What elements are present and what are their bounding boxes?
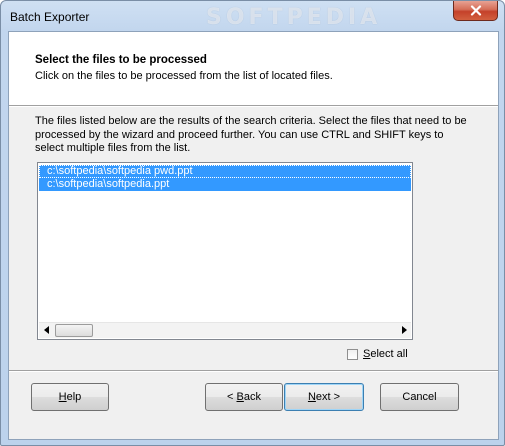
- close-button[interactable]: [453, 1, 498, 21]
- help-button[interactable]: Help: [31, 383, 109, 411]
- select-all-label: Select all: [363, 348, 408, 360]
- select-all-checkbox[interactable]: Select all: [347, 348, 408, 360]
- arrow-left-icon: [43, 325, 50, 337]
- wizard-page: Select the files to be processed Click o…: [8, 31, 499, 440]
- checkbox-box[interactable]: [347, 348, 358, 360]
- file-path: c:\softpedia\softpedia pwd.ppt: [47, 165, 193, 177]
- header-divider: [9, 105, 498, 107]
- arrow-right-icon: [401, 325, 407, 337]
- back-button[interactable]: < Back: [205, 383, 283, 411]
- scroll-thumb[interactable]: [55, 324, 93, 337]
- page-title: Select the files to be processed: [35, 54, 207, 66]
- file-path: c:\softpedia\softpedia.ppt: [47, 178, 170, 190]
- softpedia-watermark: SOFTPEDIA: [206, 5, 382, 30]
- scroll-left-button[interactable]: [39, 323, 54, 338]
- scroll-right-button[interactable]: [396, 323, 411, 338]
- window-title: Batch Exporter: [10, 10, 90, 24]
- description-text: The files listed below are the results o…: [35, 115, 467, 154]
- horizontal-scrollbar[interactable]: [39, 322, 411, 338]
- page-subtitle: Click on the files to be processed from …: [35, 70, 333, 82]
- title-bar[interactable]: Batch Exporter SOFTPEDIA: [1, 1, 504, 31]
- batch-exporter-window: Batch Exporter SOFTPEDIA Select the file…: [0, 0, 505, 446]
- cancel-button[interactable]: Cancel: [380, 383, 459, 411]
- list-item[interactable]: c:\softpedia\softpedia.ppt: [39, 178, 411, 191]
- footer-divider: [9, 370, 498, 372]
- next-button[interactable]: Next >: [284, 383, 364, 411]
- wizard-header: Select the files to be processed Click o…: [9, 32, 498, 105]
- list-item[interactable]: c:\softpedia\softpedia pwd.ppt: [39, 165, 411, 178]
- file-list[interactable]: c:\softpedia\softpedia pwd.ppt c:\softpe…: [37, 162, 413, 340]
- close-icon: [470, 5, 482, 16]
